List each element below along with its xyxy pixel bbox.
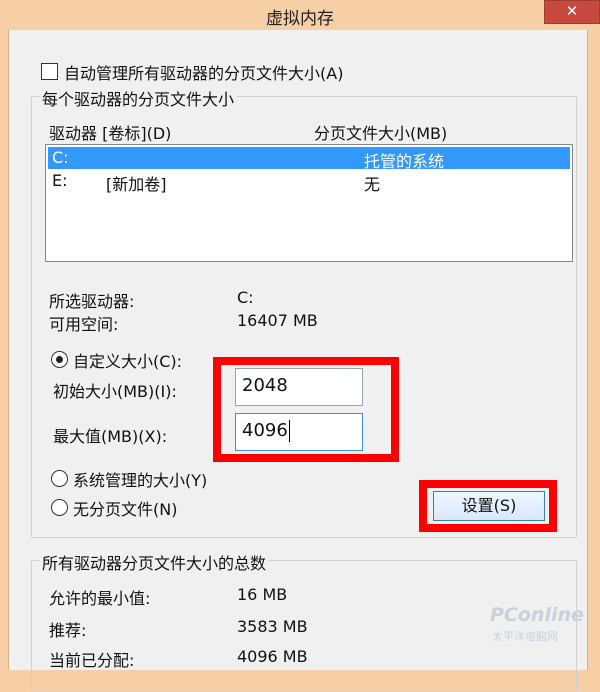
drive-row-c[interactable]: C: 托管的系统 [48,147,570,171]
window-title: 虚拟内存 [266,9,334,29]
column-header-size: 分页文件大小(MB) [314,124,448,143]
system-managed-label: 系统管理的大小(Y) [73,471,208,490]
current-allocated-value: 4096 MB [237,647,308,666]
selected-drive-label: 所选驱动器: [49,292,135,311]
auto-manage-checkbox[interactable] [41,63,58,80]
per-drive-group-title: 每个驱动器的分页文件大小 [39,86,238,110]
drive-letter: E: [52,171,68,190]
drive-list[interactable]: C: 托管的系统 E: [新加卷] 无 [45,144,573,262]
auto-manage-label: 自动管理所有驱动器的分页文件大小(A) [64,64,344,83]
close-icon: ✕ [565,2,579,20]
close-button[interactable]: ✕ [544,0,600,24]
recommended-label: 推荐: [49,621,87,640]
drive-row-e[interactable]: E: [新加卷] 无 [48,170,570,194]
highlight-box-set-button [419,480,557,532]
min-allowed-label: 允许的最小值: [49,589,151,608]
current-allocated-label: 当前已分配: [49,651,135,670]
drive-letter: C: [52,148,69,167]
min-allowed-value: 16 MB [237,585,288,604]
max-size-label: 最大值(MB)(X): [53,427,168,446]
initial-size-label: 初始大小(MB)(I): [53,382,177,401]
custom-size-label: 自定义大小(C): [73,352,183,371]
column-header-drive: 驱动器 [卷标](D) [49,124,172,143]
free-space-value: 16407 MB [237,311,318,330]
watermark-logo: PConline [490,604,584,626]
no-paging-radio[interactable] [51,499,68,516]
drive-volume-label: [新加卷] [106,175,167,194]
totals-group-title: 所有驱动器分页文件大小的总数 [39,550,270,574]
drive-size: 托管的系统 [364,152,445,171]
highlight-box-inputs [213,357,399,462]
custom-size-radio[interactable] [51,351,68,368]
watermark-subtitle: 太平洋电脑网 [492,630,558,643]
dialog-client-area: 自动管理所有驱动器的分页文件大小(A) 每个驱动器的分页文件大小 驱动器 [卷标… [8,30,588,692]
free-space-label: 可用空间: [49,315,119,334]
selected-drive-value: C: [237,288,254,307]
title-bar: 虚拟内存 ✕ [0,0,600,30]
recommended-value: 3583 MB [237,617,308,636]
drive-size: 无 [364,175,381,194]
no-paging-label: 无分页文件(N) [73,500,178,519]
system-managed-radio[interactable] [51,470,68,487]
